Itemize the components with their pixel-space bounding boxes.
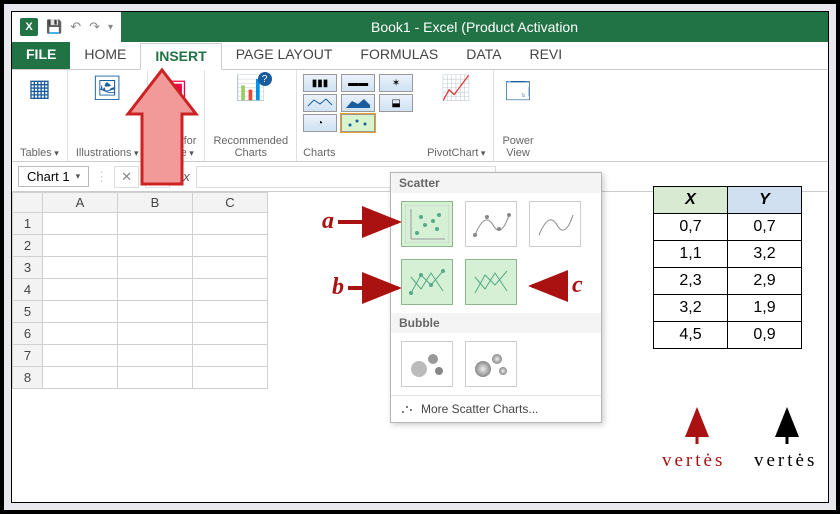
row-header[interactable]: 4 bbox=[13, 279, 43, 301]
group-tables-label: Tables bbox=[20, 147, 52, 159]
excel-icon: X bbox=[20, 18, 38, 36]
screenshot-frame: X 💾 ↶ ↷ ▾ Book1 - Excel (Product Activat… bbox=[0, 0, 840, 514]
tab-pagelayout[interactable]: PAGE LAYOUT bbox=[222, 42, 347, 69]
tab-data[interactable]: DATA bbox=[452, 42, 515, 69]
data-cell: 0,9 bbox=[728, 322, 802, 349]
group-recommended-label: Recommended Charts bbox=[213, 133, 288, 159]
ribbon: ▦ Tables ▾ 🖼 Illustrations ▾ ▣ Apps for … bbox=[12, 70, 828, 162]
row-header[interactable]: 7 bbox=[13, 345, 43, 367]
tab-review[interactable]: REVI bbox=[515, 42, 576, 69]
group-illustrations-label: Illustrations bbox=[76, 147, 132, 159]
name-box[interactable]: Chart 1 ▾ bbox=[18, 166, 89, 187]
scatter-markers-option[interactable] bbox=[401, 201, 453, 247]
powerview-icon: 🗔 bbox=[505, 74, 531, 115]
group-recommended[interactable]: 📊 ? Recommended Charts bbox=[205, 70, 297, 161]
row-header[interactable]: 8 bbox=[13, 367, 43, 389]
data-cell: 4,5 bbox=[654, 322, 728, 349]
group-charts-label: Charts bbox=[303, 147, 335, 159]
row-header[interactable]: 5 bbox=[13, 301, 43, 323]
tab-formulas[interactable]: FORMULAS bbox=[346, 42, 452, 69]
table-icon: ▦ bbox=[28, 74, 51, 103]
col-header[interactable]: A bbox=[43, 193, 118, 213]
chart-stock-icon[interactable]: ✶ bbox=[379, 74, 413, 92]
chart-column-icon[interactable]: ▮▮▮ bbox=[303, 74, 337, 92]
tab-file[interactable]: FILE bbox=[12, 42, 70, 69]
group-powerview[interactable]: 🗔 Power View bbox=[494, 70, 541, 161]
more-scatter-label: More Scatter Charts... bbox=[421, 402, 538, 416]
undo-icon[interactable]: ↶ bbox=[70, 19, 81, 35]
tab-home[interactable]: HOME bbox=[70, 42, 140, 69]
apps-icon: ▣ bbox=[165, 74, 188, 103]
group-charts: ▮▮▮ ◔ ▬▬ ✶ ⬓ Charts bbox=[297, 70, 419, 161]
dropdown-scatter-label: Scatter bbox=[391, 173, 601, 193]
chart-pie-icon[interactable]: ◔ bbox=[303, 114, 337, 132]
scatter-smooth-markers-option[interactable] bbox=[465, 201, 517, 247]
chevron-down-icon[interactable]: ▾ bbox=[76, 171, 81, 182]
data-cell: 1,1 bbox=[654, 241, 728, 268]
group-tables[interactable]: ▦ Tables ▾ bbox=[12, 70, 68, 161]
data-cell: 1,9 bbox=[728, 295, 802, 322]
chart-combo-icon[interactable]: ⬓ bbox=[379, 94, 413, 112]
group-apps[interactable]: ▣ Apps for Office ▾ bbox=[148, 70, 206, 161]
chart-scatter-icon[interactable] bbox=[341, 114, 375, 132]
data-cell: 3,2 bbox=[728, 241, 802, 268]
scatter-lines-option[interactable] bbox=[465, 259, 517, 305]
vertes-x-label: vertės bbox=[662, 450, 725, 472]
scatter-lines-markers-option[interactable] bbox=[401, 259, 453, 305]
vertes-y-label: vertės bbox=[754, 450, 817, 472]
bubble-3d-option[interactable] bbox=[465, 341, 517, 387]
ribbon-tabs: FILE HOME INSERT PAGE LAYOUT FORMULAS DA… bbox=[12, 42, 828, 70]
window-title: Book1 - Excel (Product Activation bbox=[121, 12, 828, 42]
tab-insert[interactable]: INSERT bbox=[140, 43, 221, 70]
pivotchart-icon: 📈 bbox=[441, 74, 471, 103]
sample-data-table: X Y 0,70,7 1,13,2 2,32,9 3,21,9 4,50,9 bbox=[653, 186, 802, 349]
scatter-smooth-option[interactable] bbox=[529, 201, 581, 247]
more-scatter-charts[interactable]: More Scatter Charts... bbox=[391, 395, 601, 422]
row-header[interactable]: 2 bbox=[13, 235, 43, 257]
data-x-header: X bbox=[654, 187, 728, 214]
data-cell: 0,7 bbox=[728, 214, 802, 241]
data-cell: 2,3 bbox=[654, 268, 728, 295]
col-header[interactable]: C bbox=[193, 193, 268, 213]
group-pivotchart[interactable]: 📈 PivotChart ▾ bbox=[419, 70, 494, 161]
scatter-chart-dropdown: Scatter Bubble bbox=[390, 172, 602, 423]
group-pivot-label: PivotChart bbox=[427, 147, 478, 159]
enter-formula-icon[interactable]: ✓ bbox=[145, 166, 170, 188]
col-header[interactable]: B bbox=[118, 193, 193, 213]
chart-bar-icon[interactable]: ▬▬ bbox=[341, 74, 375, 92]
qat-dropdown-icon[interactable]: ▾ bbox=[108, 22, 113, 33]
row-header[interactable]: 3 bbox=[13, 257, 43, 279]
data-cell: 3,2 bbox=[654, 295, 728, 322]
select-all-corner[interactable] bbox=[13, 193, 43, 213]
dropdown-bubble-label: Bubble bbox=[391, 313, 601, 333]
bubble-option[interactable] bbox=[401, 341, 453, 387]
row-header[interactable]: 6 bbox=[13, 323, 43, 345]
name-box-value: Chart 1 bbox=[27, 169, 70, 184]
data-cell: 2,9 bbox=[728, 268, 802, 295]
chart-line-icon[interactable] bbox=[303, 94, 337, 112]
redo-icon[interactable]: ↷ bbox=[89, 19, 100, 35]
data-cell: 0,7 bbox=[654, 214, 728, 241]
row-header[interactable]: 1 bbox=[13, 213, 43, 235]
save-icon[interactable]: 💾 bbox=[46, 19, 62, 35]
fx-icon[interactable]: ƒx bbox=[176, 169, 190, 184]
group-power-label: Power View bbox=[502, 133, 533, 159]
data-y-header: Y bbox=[728, 187, 802, 214]
illustrations-icon: 🖼 bbox=[92, 74, 122, 103]
cancel-formula-icon[interactable]: ✕ bbox=[114, 166, 139, 188]
titlebar: X 💾 ↶ ↷ ▾ Book1 - Excel (Product Activat… bbox=[12, 12, 828, 42]
group-illustrations[interactable]: 🖼 Illustrations ▾ bbox=[68, 70, 148, 161]
chart-area-icon[interactable] bbox=[341, 94, 375, 112]
